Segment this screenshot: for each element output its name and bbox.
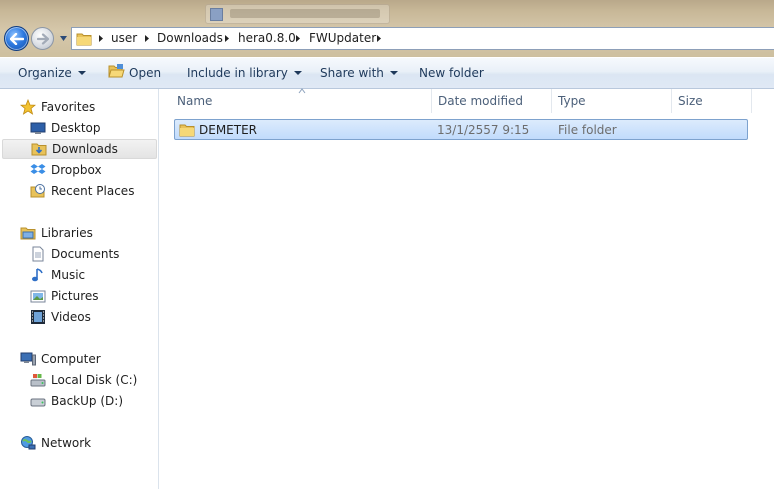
breadcrumb-chevron-right-icon[interactable] — [375, 34, 383, 43]
window-titlebar: user Downloads hera0.8.0 FWUpdater — [0, 0, 774, 57]
nav-documents[interactable]: Documents — [0, 244, 158, 264]
breadcrumb-chevron-right-icon[interactable] — [143, 34, 151, 43]
libraries-icon — [20, 227, 36, 240]
arrow-right-icon — [36, 33, 49, 44]
chevron-down-icon — [293, 71, 302, 75]
open-folder-icon — [108, 64, 125, 78]
music-note-icon — [32, 268, 43, 282]
nav-backup-d-label: BackUp (D:) — [51, 394, 123, 408]
organize-button[interactable]: Organize — [18, 66, 86, 80]
nav-computer[interactable]: Computer — [0, 349, 158, 369]
nav-recent-places-label: Recent Places — [51, 184, 135, 198]
system-drive-icon — [30, 374, 46, 387]
nav-videos[interactable]: Videos — [0, 307, 158, 327]
network-icon — [21, 436, 36, 450]
nav-downloads-label: Downloads — [52, 142, 118, 156]
nav-local-disk-c[interactable]: Local Disk (C:) — [0, 370, 158, 390]
nav-libraries-label: Libraries — [41, 226, 93, 240]
nav-libraries[interactable]: Libraries — [0, 223, 158, 243]
address-bar[interactable]: user Downloads hera0.8.0 FWUpdater — [71, 27, 774, 50]
navigation-pane: Favorites Desktop Downloads Dropbox Rece… — [0, 89, 159, 489]
arrow-left-icon — [9, 32, 24, 45]
column-header-date-modified[interactable]: Date modified — [432, 89, 552, 113]
breadcrumb-user[interactable]: user — [111, 31, 137, 45]
file-list-pane: Name Date modified Type Size DEMETER 13/… — [160, 88, 774, 489]
open-label: Open — [129, 66, 162, 80]
recent-pages-chevron-down-icon[interactable] — [58, 33, 69, 44]
documents-icon — [32, 246, 44, 262]
file-type: File folder — [558, 123, 617, 137]
breadcrumb-chevron-right-icon[interactable] — [223, 34, 231, 43]
chevron-down-icon — [389, 71, 398, 75]
folder-icon — [76, 33, 92, 46]
nav-pictures-label: Pictures — [51, 289, 99, 303]
film-strip-icon — [31, 310, 45, 324]
organize-label: Organize — [18, 66, 72, 80]
pictures-icon — [30, 290, 46, 303]
column-header-type-label: Type — [558, 94, 586, 108]
nav-pictures[interactable]: Pictures — [0, 286, 158, 306]
dropbox-icon — [30, 164, 46, 174]
nav-network-label: Network — [41, 436, 92, 450]
column-header-size-label: Size — [678, 94, 703, 108]
downloads-folder-icon — [31, 143, 47, 156]
nav-dropbox[interactable]: Dropbox — [0, 160, 158, 180]
file-row-demeter[interactable]: DEMETER 13/1/2557 9:15 File folder — [174, 119, 748, 140]
breadcrumb-downloads[interactable]: Downloads — [157, 31, 223, 45]
share-with-button[interactable]: Share with — [320, 66, 398, 80]
chevron-down-icon — [77, 71, 86, 75]
nav-documents-label: Documents — [51, 247, 120, 261]
nav-desktop-label: Desktop — [51, 121, 101, 135]
breadcrumb-chevron-right-icon[interactable] — [97, 34, 105, 43]
hard-drive-icon — [30, 398, 46, 407]
recent-places-icon — [30, 184, 45, 198]
column-header-name-label: Name — [177, 94, 213, 108]
folder-icon — [179, 124, 195, 137]
forward-button[interactable] — [31, 27, 54, 50]
background-window-tab — [205, 4, 390, 24]
nav-videos-label: Videos — [51, 310, 91, 324]
nav-computer-label: Computer — [41, 352, 101, 366]
new-folder-button[interactable]: New folder — [419, 66, 484, 80]
computer-icon — [20, 352, 36, 366]
background-window-icon — [210, 8, 223, 21]
back-button[interactable] — [4, 26, 29, 51]
open-button[interactable]: Open — [129, 66, 161, 80]
nav-recent-places[interactable]: Recent Places — [0, 181, 158, 201]
nav-backup-d[interactable]: BackUp (D:) — [0, 391, 158, 411]
desktop-icon — [30, 122, 46, 134]
background-window-title — [230, 9, 380, 18]
file-name: DEMETER — [199, 123, 258, 137]
nav-network[interactable]: Network — [0, 433, 158, 453]
nav-dropbox-label: Dropbox — [51, 163, 102, 177]
breadcrumb-fwupdater[interactable]: FWUpdater — [309, 31, 376, 45]
include-in-library-label: Include in library — [187, 66, 288, 80]
column-header-name[interactable]: Name — [171, 89, 432, 113]
nav-music-label: Music — [51, 268, 86, 282]
new-folder-label: New folder — [419, 66, 484, 80]
column-header-size[interactable]: Size — [672, 89, 752, 113]
breadcrumb-chevron-right-icon[interactable] — [294, 34, 302, 43]
nav-music[interactable]: Music — [0, 265, 158, 285]
nav-desktop[interactable]: Desktop — [0, 118, 158, 138]
nav-downloads[interactable]: Downloads — [2, 139, 157, 159]
column-header-date-modified-label: Date modified — [438, 94, 524, 108]
nav-local-disk-c-label: Local Disk (C:) — [51, 373, 138, 387]
nav-favorites[interactable]: Favorites — [0, 97, 158, 117]
breadcrumb-hera[interactable]: hera0.8.0 — [238, 31, 296, 45]
file-date-modified: 13/1/2557 9:15 — [437, 123, 530, 137]
star-icon — [20, 99, 36, 115]
nav-favorites-label: Favorites — [41, 100, 96, 114]
share-with-label: Share with — [320, 66, 384, 80]
include-in-library-button[interactable]: Include in library — [187, 66, 302, 80]
column-header-type[interactable]: Type — [552, 89, 672, 113]
